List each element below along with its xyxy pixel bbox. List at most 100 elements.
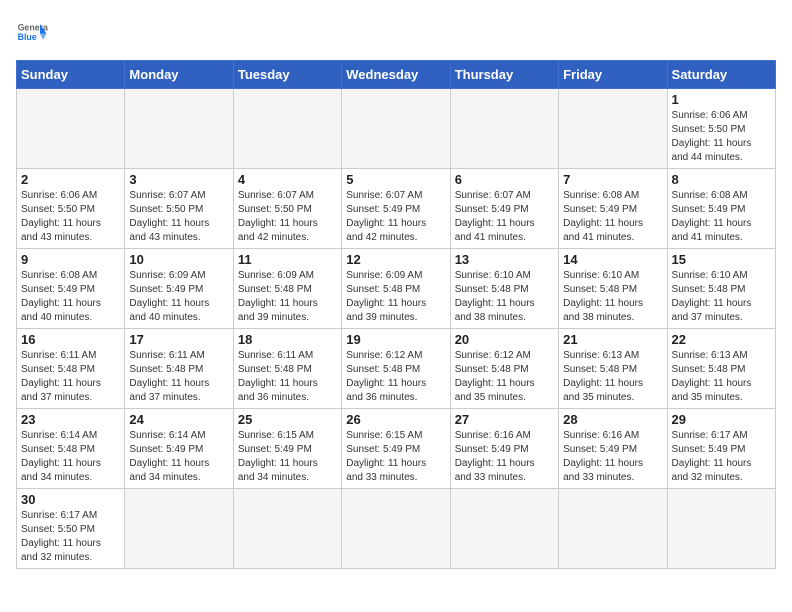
day-info: Sunrise: 6:14 AM Sunset: 5:48 PM Dayligh… xyxy=(21,429,120,485)
day-info: Sunrise: 6:10 AM Sunset: 5:48 PM Dayligh… xyxy=(672,269,771,325)
calendar: SundayMondayTuesdayWednesdayThursdayFrid… xyxy=(16,60,776,569)
day-number: 14 xyxy=(563,252,662,267)
calendar-week-row: 30 Sunrise: 6:17 AM Sunset: 5:50 PM Dayli… xyxy=(17,489,776,569)
calendar-cell xyxy=(125,89,233,169)
weekday-header-monday: Monday xyxy=(125,61,233,89)
calendar-week-row: 16 Sunrise: 6:11 AM Sunset: 5:48 PM Dayli… xyxy=(17,329,776,409)
calendar-cell: 30 Sunrise: 6:17 AM Sunset: 5:50 PM Dayli… xyxy=(17,489,125,569)
calendar-cell: 6 Sunrise: 6:07 AM Sunset: 5:49 PM Daylig… xyxy=(450,169,558,249)
day-info: Sunrise: 6:08 AM Sunset: 5:49 PM Dayligh… xyxy=(563,189,662,245)
calendar-cell xyxy=(17,89,125,169)
calendar-cell: 28 Sunrise: 6:16 AM Sunset: 5:49 PM Dayli… xyxy=(559,409,667,489)
calendar-week-row: 23 Sunrise: 6:14 AM Sunset: 5:48 PM Dayli… xyxy=(17,409,776,489)
day-info: Sunrise: 6:10 AM Sunset: 5:48 PM Dayligh… xyxy=(563,269,662,325)
calendar-cell: 10 Sunrise: 6:09 AM Sunset: 5:49 PM Dayli… xyxy=(125,249,233,329)
calendar-cell: 12Sunrise: 6:09 AM Sunset: 5:48 PM Dayli… xyxy=(342,249,450,329)
day-number: 29 xyxy=(672,412,771,427)
calendar-cell: 20Sunrise: 6:12 AM Sunset: 5:48 PM Dayli… xyxy=(450,329,558,409)
day-info: Sunrise: 6:13 AM Sunset: 5:48 PM Dayligh… xyxy=(563,349,662,405)
calendar-cell: 25 Sunrise: 6:15 AM Sunset: 5:49 PM Dayli… xyxy=(233,409,341,489)
day-info: Sunrise: 6:12 AM Sunset: 5:48 PM Dayligh… xyxy=(346,349,445,405)
day-number: 13 xyxy=(455,252,554,267)
calendar-cell: 13 Sunrise: 6:10 AM Sunset: 5:48 PM Dayli… xyxy=(450,249,558,329)
day-number: 22 xyxy=(672,332,771,347)
calendar-cell: 4 Sunrise: 6:07 AM Sunset: 5:50 PM Daylig… xyxy=(233,169,341,249)
calendar-cell: 5Sunrise: 6:07 AM Sunset: 5:49 PM Daylig… xyxy=(342,169,450,249)
day-number: 26 xyxy=(346,412,445,427)
logo-icon: General Blue xyxy=(16,16,48,48)
day-info: Sunrise: 6:16 AM Sunset: 5:49 PM Dayligh… xyxy=(455,429,554,485)
day-number: 30 xyxy=(21,492,120,507)
day-number: 15 xyxy=(672,252,771,267)
day-number: 23 xyxy=(21,412,120,427)
day-number: 25 xyxy=(238,412,337,427)
day-info: Sunrise: 6:06 AM Sunset: 5:50 PM Dayligh… xyxy=(21,189,120,245)
day-info: Sunrise: 6:17 AM Sunset: 5:50 PM Dayligh… xyxy=(21,509,120,565)
calendar-cell: 23 Sunrise: 6:14 AM Sunset: 5:48 PM Dayli… xyxy=(17,409,125,489)
day-info: Sunrise: 6:07 AM Sunset: 5:49 PM Dayligh… xyxy=(346,189,445,245)
calendar-week-row: 1Sunrise: 6:06 AM Sunset: 5:50 PM Daylig… xyxy=(17,89,776,169)
day-info: Sunrise: 6:15 AM Sunset: 5:49 PM Dayligh… xyxy=(346,429,445,485)
calendar-cell: 8Sunrise: 6:08 AM Sunset: 5:49 PM Daylig… xyxy=(667,169,775,249)
calendar-cell: 9Sunrise: 6:08 AM Sunset: 5:49 PM Daylig… xyxy=(17,249,125,329)
calendar-cell: 2 Sunrise: 6:06 AM Sunset: 5:50 PM Daylig… xyxy=(17,169,125,249)
day-info: Sunrise: 6:07 AM Sunset: 5:49 PM Dayligh… xyxy=(455,189,554,245)
calendar-cell: 16 Sunrise: 6:11 AM Sunset: 5:48 PM Dayli… xyxy=(17,329,125,409)
day-number: 4 xyxy=(238,172,337,187)
logo: General Blue xyxy=(16,16,48,48)
day-info: Sunrise: 6:06 AM Sunset: 5:50 PM Dayligh… xyxy=(672,109,771,165)
calendar-cell: 29 Sunrise: 6:17 AM Sunset: 5:49 PM Dayli… xyxy=(667,409,775,489)
day-number: 17 xyxy=(129,332,228,347)
calendar-cell: 7 Sunrise: 6:08 AM Sunset: 5:49 PM Daylig… xyxy=(559,169,667,249)
day-info: Sunrise: 6:17 AM Sunset: 5:49 PM Dayligh… xyxy=(672,429,771,485)
calendar-cell xyxy=(559,489,667,569)
day-info: Sunrise: 6:11 AM Sunset: 5:48 PM Dayligh… xyxy=(238,349,337,405)
calendar-cell: 11 Sunrise: 6:09 AM Sunset: 5:48 PM Dayli… xyxy=(233,249,341,329)
calendar-cell: 19 Sunrise: 6:12 AM Sunset: 5:48 PM Dayli… xyxy=(342,329,450,409)
calendar-cell: 15 Sunrise: 6:10 AM Sunset: 5:48 PM Dayli… xyxy=(667,249,775,329)
day-info: Sunrise: 6:08 AM Sunset: 5:49 PM Dayligh… xyxy=(672,189,771,245)
day-number: 7 xyxy=(563,172,662,187)
calendar-cell: 3 Sunrise: 6:07 AM Sunset: 5:50 PM Daylig… xyxy=(125,169,233,249)
calendar-cell xyxy=(450,89,558,169)
day-number: 19 xyxy=(346,332,445,347)
calendar-cell: 21Sunrise: 6:13 AM Sunset: 5:48 PM Dayli… xyxy=(559,329,667,409)
day-number: 9 xyxy=(21,252,120,267)
calendar-cell xyxy=(667,489,775,569)
day-number: 12 xyxy=(346,252,445,267)
calendar-cell xyxy=(450,489,558,569)
day-number: 18 xyxy=(238,332,337,347)
day-number: 3 xyxy=(129,172,228,187)
calendar-cell: 24Sunrise: 6:14 AM Sunset: 5:49 PM Dayli… xyxy=(125,409,233,489)
calendar-cell: 18 Sunrise: 6:11 AM Sunset: 5:48 PM Dayli… xyxy=(233,329,341,409)
weekday-header-friday: Friday xyxy=(559,61,667,89)
day-info: Sunrise: 6:16 AM Sunset: 5:49 PM Dayligh… xyxy=(563,429,662,485)
calendar-cell: 26 Sunrise: 6:15 AM Sunset: 5:49 PM Dayli… xyxy=(342,409,450,489)
day-number: 28 xyxy=(563,412,662,427)
calendar-cell: 17Sunrise: 6:11 AM Sunset: 5:48 PM Dayli… xyxy=(125,329,233,409)
day-info: Sunrise: 6:09 AM Sunset: 5:49 PM Dayligh… xyxy=(129,269,228,325)
calendar-cell: 1Sunrise: 6:06 AM Sunset: 5:50 PM Daylig… xyxy=(667,89,775,169)
weekday-header-saturday: Saturday xyxy=(667,61,775,89)
day-info: Sunrise: 6:07 AM Sunset: 5:50 PM Dayligh… xyxy=(129,189,228,245)
day-info: Sunrise: 6:10 AM Sunset: 5:48 PM Dayligh… xyxy=(455,269,554,325)
day-info: Sunrise: 6:15 AM Sunset: 5:49 PM Dayligh… xyxy=(238,429,337,485)
calendar-week-row: 2 Sunrise: 6:06 AM Sunset: 5:50 PM Daylig… xyxy=(17,169,776,249)
calendar-cell xyxy=(342,89,450,169)
day-info: Sunrise: 6:09 AM Sunset: 5:48 PM Dayligh… xyxy=(238,269,337,325)
calendar-cell xyxy=(125,489,233,569)
day-number: 2 xyxy=(21,172,120,187)
calendar-cell: 27Sunrise: 6:16 AM Sunset: 5:49 PM Dayli… xyxy=(450,409,558,489)
svg-text:Blue: Blue xyxy=(18,32,37,42)
day-info: Sunrise: 6:11 AM Sunset: 5:48 PM Dayligh… xyxy=(21,349,120,405)
weekday-header-wednesday: Wednesday xyxy=(342,61,450,89)
day-info: Sunrise: 6:07 AM Sunset: 5:50 PM Dayligh… xyxy=(238,189,337,245)
day-number: 10 xyxy=(129,252,228,267)
day-number: 16 xyxy=(21,332,120,347)
day-number: 24 xyxy=(129,412,228,427)
calendar-cell xyxy=(559,89,667,169)
calendar-cell: 22Sunrise: 6:13 AM Sunset: 5:48 PM Dayli… xyxy=(667,329,775,409)
calendar-cell xyxy=(342,489,450,569)
day-number: 11 xyxy=(238,252,337,267)
day-number: 6 xyxy=(455,172,554,187)
